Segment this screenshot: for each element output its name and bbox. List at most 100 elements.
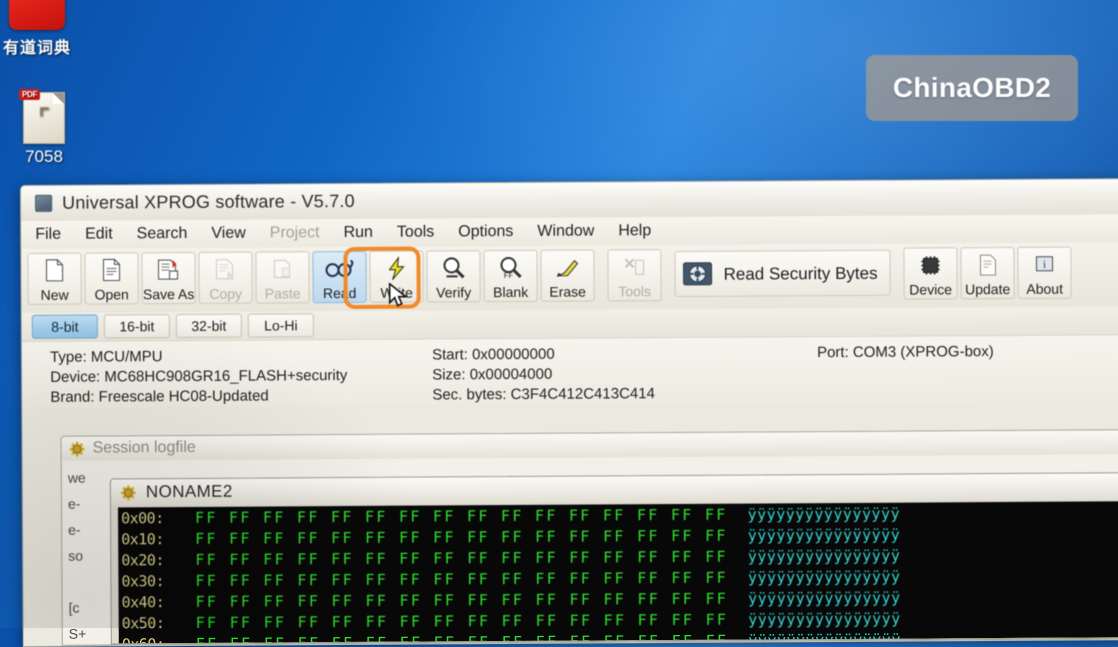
session-logfile-window[interactable]: Session logfile we e- e- so [c S+ NONAME… [61,429,1118,646]
lo-hi-button[interactable]: Lo-Hi [248,313,314,337]
hex-ascii: ÿÿÿÿÿÿÿÿÿÿÿÿÿÿÿÿ [748,525,901,544]
toolbar: New Open Save As Copy Paste [21,242,1118,313]
button-label: Device [909,282,952,296]
hex-offset: 0x60: [119,634,196,643]
menu-item-file[interactable]: File [35,226,61,244]
copy-icon [213,257,237,283]
hex-ascii: ÿÿÿÿÿÿÿÿÿÿÿÿÿÿÿÿ [748,630,901,643]
hex-ascii: ÿÿÿÿÿÿÿÿÿÿÿÿÿÿÿÿ [748,567,901,586]
desktop-icon-label: 有道词典 [0,34,82,58]
bit-8-button[interactable]: 8-bit [32,315,98,339]
device-info-left: Type: MCU/MPU Device: MC68HC908GR16_FLAS… [50,346,348,408]
device-button[interactable]: Device [903,247,957,299]
menu-item-search[interactable]: Search [137,225,188,243]
hex-offset: 0x30: [118,571,195,589]
menu-item-window[interactable]: Window [537,222,594,240]
button-label: Erase [549,285,586,299]
session-logfile-titlebar[interactable]: Session logfile [62,430,1118,461]
info-brand: Brand: Freescale HC08-Updated [50,386,347,408]
session-logfile-title: Session logfile [93,439,196,458]
svg-text:FF: FF [504,272,514,280]
menu-item-project: Project [270,224,320,242]
svg-text:i: i [1043,259,1046,271]
blank-button[interactable]: FF Blank [483,250,537,302]
hex-offset: 0x10: [118,529,195,547]
info-start: Start: 0x00000000 [432,344,655,365]
hex-bytes[interactable]: FF FF FF FF FF FF FF FF FF FF FF FF FF F… [195,568,728,589]
button-label: About [1026,282,1063,296]
hex-offset: 0x50: [119,613,196,631]
about-button[interactable]: i About [1017,247,1071,299]
hex-editor-window[interactable]: NONAME2 0x00:FF FF FF FF FF FF FF FF FF … [110,472,1118,644]
desktop-icon-pdf[interactable]: PDF ⌜ 7058 [6,92,82,167]
log-fragment: e- [68,517,86,543]
log-fragment: e- [68,491,86,517]
erase-button[interactable]: Erase [540,249,594,301]
button-label: Blank [493,285,528,299]
menu-item-tools[interactable]: Tools [397,223,434,241]
paste-icon [270,256,294,282]
verify-button[interactable]: Verify [426,250,480,302]
pdf-badge-label: PDF [19,89,40,100]
copy-button: Copy [198,252,252,304]
button-label: New [41,288,69,302]
hex-ascii: ÿÿÿÿÿÿÿÿÿÿÿÿÿÿÿÿ [748,588,901,607]
log-fragment: [c [69,595,87,621]
info-icon: i [1032,252,1056,278]
paste-button: Paste [255,251,309,303]
read-security-bytes-button[interactable]: Read Security Bytes [674,250,890,297]
hex-ascii: ÿÿÿÿÿÿÿÿÿÿÿÿÿÿÿÿ [748,504,901,523]
desktop-icon-youdao[interactable]: 有道词典 [0,0,82,58]
info-device: Device: MC68HC908GR16_FLASH+security [50,366,347,388]
menu-item-help[interactable]: Help [618,222,651,240]
hex-bytes[interactable]: FF FF FF FF FF FF FF FF FF FF FF FF FF F… [195,589,728,610]
menu-item-run[interactable]: Run [343,224,372,242]
document-icon [976,252,998,278]
open-button[interactable]: Open [84,252,138,304]
hex-ascii: ÿÿÿÿÿÿÿÿÿÿÿÿÿÿÿÿ [748,546,901,565]
menu-item-view[interactable]: View [211,225,245,243]
menu-item-edit[interactable]: Edit [85,225,113,243]
magnifier-ff-icon: FF [498,255,522,281]
acrobat-glyph: ⌜ [38,104,50,134]
open-folder-icon [100,257,122,283]
hex-bytes[interactable]: FF FF FF FF FF FF FF FF FF FF FF FF FF F… [196,631,729,643]
bit-16-button[interactable]: 16-bit [104,314,170,338]
hex-bytes[interactable]: FF FF FF FF FF FF FF FF FF FF FF FF FF F… [195,505,728,526]
update-button[interactable]: Update [960,247,1014,299]
magnifier-icon [441,255,465,281]
hex-bytes[interactable]: FF FF FF FF FF FF FF FF FF FF FF FF FF F… [195,547,728,568]
hex-bytes[interactable]: FF FF FF FF FF FF FF FF FF FF FF FF FF F… [196,610,729,631]
safe-icon [681,261,713,287]
info-type: Type: MCU/MPU [50,346,347,368]
log-fragment: we [68,465,86,491]
info-port: Port: COM3 (XPROG-box) [817,342,994,363]
info-size: Size: 0x00004000 [432,364,655,385]
pdf-file-icon: PDF ⌜ [23,92,65,144]
info-sec-bytes: Sec. bytes: C3F4C412C413C414 [432,384,655,405]
log-fragment: S+ [69,621,87,646]
device-info-middle: Start: 0x00000000 Size: 0x00004000 Sec. … [432,344,655,405]
chinaobd2-watermark: ChinaOBD2 [866,55,1078,121]
hex-offset: 0x00: [118,508,195,526]
hex-editor-title: NONAME2 [146,482,233,503]
application-window: Universal XPROG software - V5.7.0 File E… [20,178,1118,647]
button-label: Copy [209,287,242,301]
desktop-icon-label: 7058 [6,147,82,167]
eraser-icon [554,255,580,281]
bit-32-button[interactable]: 32-bit [176,314,242,338]
button-label: Verify [436,285,471,299]
hex-dump-area[interactable]: 0x00:FF FF FF FF FF FF FF FF FF FF FF FF… [118,501,1118,643]
sun-icon [70,441,85,456]
save-as-button[interactable]: Save As [141,252,195,304]
hex-ascii: ÿÿÿÿÿÿÿÿÿÿÿÿÿÿÿÿ [748,609,901,628]
log-fragment: so [68,543,86,569]
button-label: Read Security Bytes [724,264,878,282]
new-button[interactable]: New [27,253,81,305]
hex-bytes[interactable]: FF FF FF FF FF FF FF FF FF FF FF FF FF F… [195,526,728,547]
tools-icon [622,254,646,280]
menu-item-options[interactable]: Options [458,223,513,241]
hex-offset: 0x20: [118,550,195,568]
hex-editor-titlebar[interactable]: NONAME2 [111,473,1118,505]
session-log-text: we e- e- so [c S+ [68,465,87,646]
